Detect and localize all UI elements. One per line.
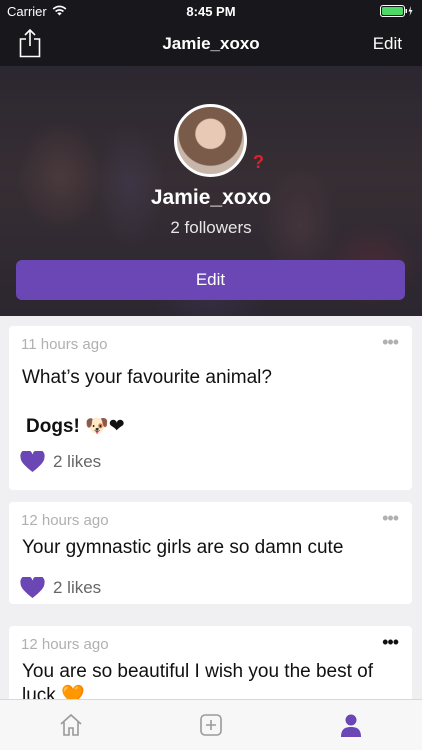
nav-title: Jamie_xoxo [162,34,260,53]
post-time: 12 hours ago [21,636,109,653]
post-time: 12 hours ago [21,512,109,529]
profile-username: Jamie_xoxo [150,186,272,209]
clock: 8:45 PM [186,4,236,19]
heart-icon[interactable] [20,451,45,473]
home-icon[interactable] [58,712,84,738]
like-row[interactable]: 2 likes [20,577,101,599]
profile-icon[interactable] [338,712,364,738]
like-row[interactable]: 2 likes [20,451,101,473]
post-question: Your gymnastic girls are so damn cute [22,537,344,558]
more-options-icon[interactable]: ••• [382,332,399,353]
post-time: 11 hours ago [21,336,108,353]
share-icon[interactable] [18,28,42,58]
status-bar: Carrier 8:45 PM [0,0,422,22]
status-badge: ? [253,152,264,172]
more-options-icon[interactable]: ••• [382,508,399,529]
post-answer: Dogs! 🐶❤ [26,416,125,437]
add-post-icon[interactable] [198,712,224,738]
like-count: 2 likes [53,578,102,597]
post-card: 12 hours ago ••• Your gymnastic girls ar… [9,502,412,604]
battery-icon [380,5,413,17]
followers-count[interactable]: 2 followers [0,218,422,238]
post-card: 11 hours ago ••• What’s your favourite a… [9,326,412,490]
more-options-icon[interactable]: ••• [382,632,399,653]
nav-edit-button[interactable]: Edit [373,34,402,54]
top-bar: Carrier 8:45 PM Jamie_xoxo Edit [0,0,422,66]
heart-icon[interactable] [20,577,45,599]
edit-profile-button[interactable]: Edit [16,260,405,300]
avatar[interactable] [174,104,247,177]
like-count: 2 likes [53,452,102,471]
tab-bar [0,699,422,750]
post-question: What’s your favourite animal? [22,367,272,388]
profile-header: ? Jamie_xoxo 2 followers Edit [0,66,422,316]
